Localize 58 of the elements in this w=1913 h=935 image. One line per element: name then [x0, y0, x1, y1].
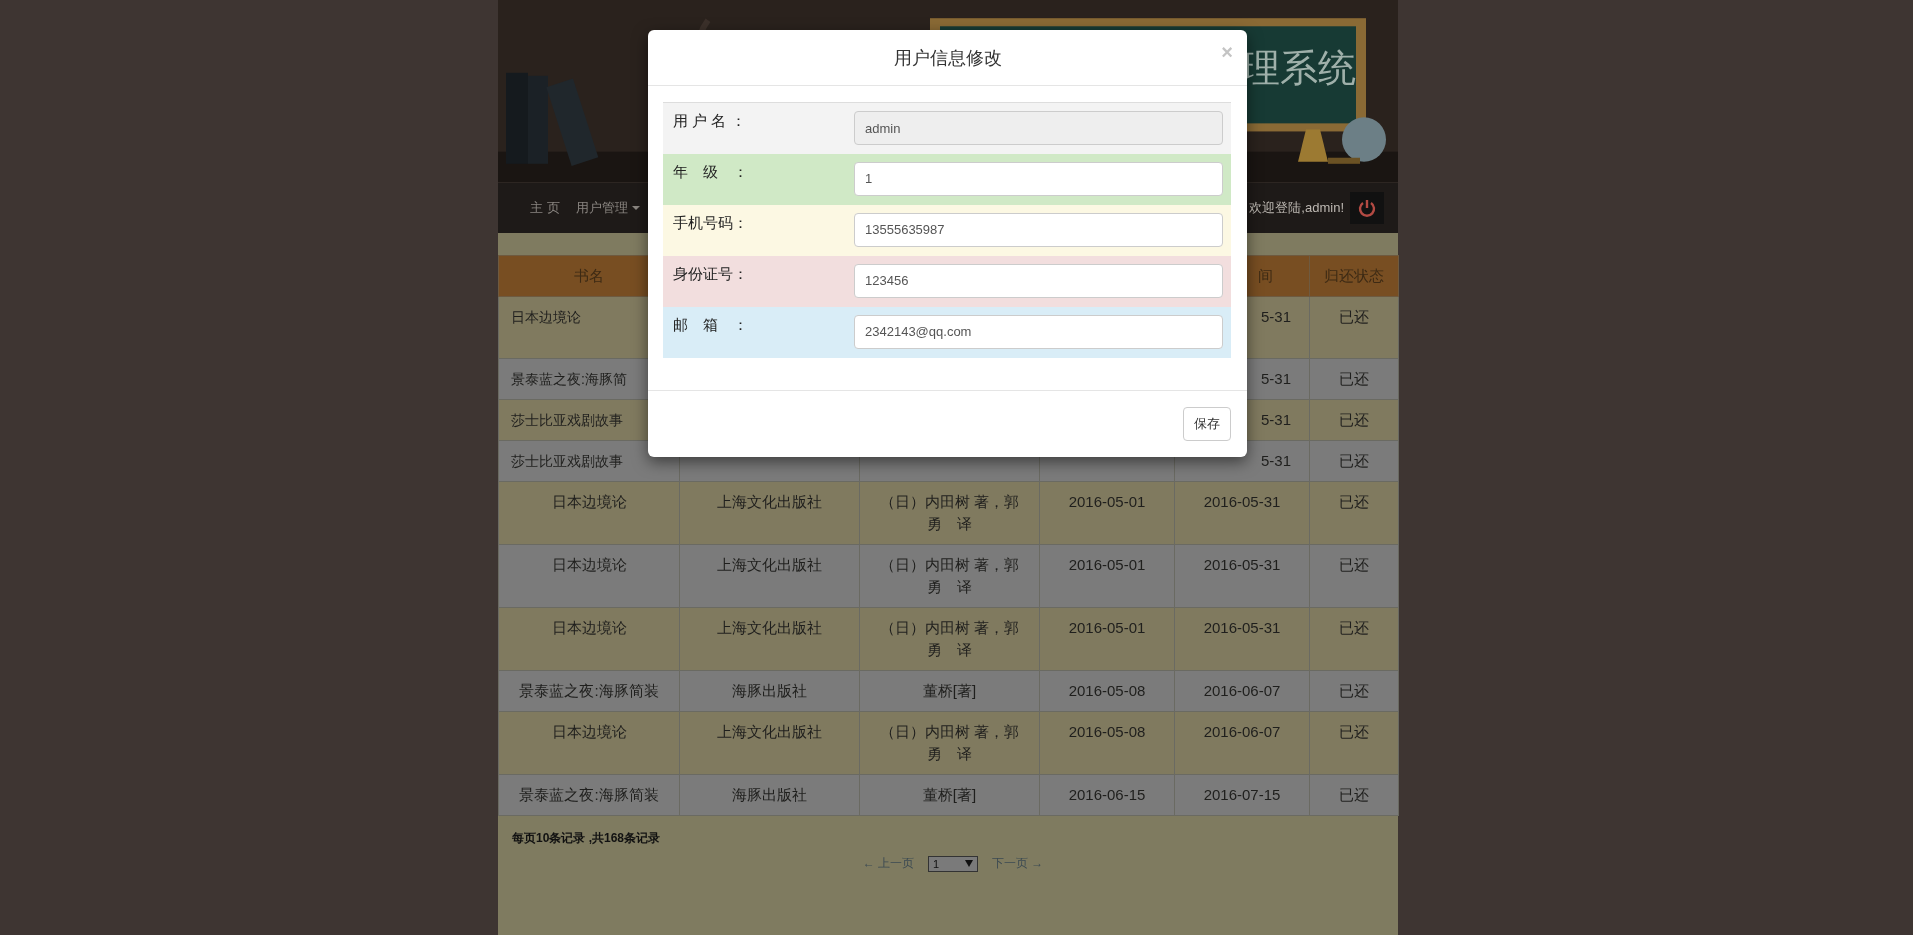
table-cell: 上海文化出版社 [679, 607, 860, 671]
table-cell: （日）内田树 著，郭勇 译 [859, 711, 1040, 775]
table-cell: 2016-07-15 [1174, 774, 1310, 816]
table-cell: 已还 [1309, 670, 1399, 712]
table-cell: 海豚出版社 [679, 774, 860, 816]
table-cell: 2016-05-08 [1039, 670, 1175, 712]
table-cell: 2016-05-01 [1039, 544, 1175, 608]
table-cell: 上海文化出版社 [679, 711, 860, 775]
table-cell: 景泰蓝之夜:海豚简装 [498, 670, 680, 712]
power-icon [1357, 198, 1377, 218]
nav-link[interactable]: 用户管理 [563, 199, 632, 217]
logout-button[interactable] [1350, 192, 1384, 224]
table-cell: 已还 [1309, 399, 1399, 441]
table-cell: 2016-05-31 [1174, 607, 1310, 671]
field-label: 年 级 ： [673, 162, 748, 182]
table-cell: 上海文化出版社 [679, 481, 860, 545]
table-cell: 董桥[著] [859, 774, 1040, 816]
column-header: 归还状态 [1309, 255, 1399, 297]
table-cell: 日本边境论 [498, 711, 680, 775]
table-cell: 已还 [1309, 440, 1399, 482]
table-cell: 2016-05-31 [1174, 481, 1310, 545]
table-cell: 董桥[著] [859, 670, 1040, 712]
table-cell: 已还 [1309, 296, 1399, 359]
input-field[interactable]: 13555635987 [854, 212, 1223, 247]
table-cell: 2016-06-07 [1174, 670, 1310, 712]
table-cell: 已还 [1309, 774, 1399, 816]
table-cell: 上海文化出版社 [679, 544, 860, 608]
table-cell: （日）内田树 著，郭勇 译 [859, 481, 1040, 545]
table-cell: 日本边境论 [498, 607, 680, 671]
table-cell: 2016-06-15 [1039, 774, 1175, 816]
dialog-title: 用户信息修改 [893, 46, 1002, 70]
input-field[interactable]: 1 [854, 161, 1223, 196]
nav-link[interactable]: 主 页 [518, 199, 564, 217]
page-select[interactable]: 1 [928, 855, 978, 872]
table-cell: （日）内田树 著，郭勇 译 [859, 544, 1040, 608]
table-cell: 2016-05-01 [1039, 607, 1175, 671]
table-cell: 已还 [1309, 607, 1399, 671]
table-cell: 已还 [1309, 544, 1399, 608]
table-cell: 2016-05-31 [1174, 544, 1310, 608]
input-field[interactable]: 123456 [854, 263, 1223, 298]
field-label: 用 户 名 ： [673, 112, 746, 131]
table-cell: 已还 [1309, 711, 1399, 775]
table-cell: 2016-06-07 [1174, 711, 1310, 775]
table-cell: 景泰蓝之夜:海豚简装 [498, 774, 680, 816]
table-cell: 2016-05-08 [1039, 711, 1175, 775]
table-cell: 已还 [1309, 358, 1399, 400]
caret-icon [965, 860, 973, 867]
welcome-text: 欢迎登陆,admin! [1249, 199, 1344, 217]
table-cell: 日本边境论 [498, 544, 680, 608]
table-cell: （日）内田树 著，郭勇 译 [859, 607, 1040, 671]
record-summary: 每页10条记录 ,共168条记录 [511, 830, 662, 847]
table-cell: 日本边境论 [498, 481, 680, 545]
table-cell: 2016-05-01 [1039, 481, 1175, 545]
table-cell: 已还 [1309, 481, 1399, 545]
field-label: 手机号码： [673, 213, 748, 233]
save-button[interactable]: 保存 [1183, 407, 1231, 441]
table-cell: 海豚出版社 [679, 670, 860, 712]
input-field[interactable]: 2342143@qq.com [854, 314, 1223, 349]
